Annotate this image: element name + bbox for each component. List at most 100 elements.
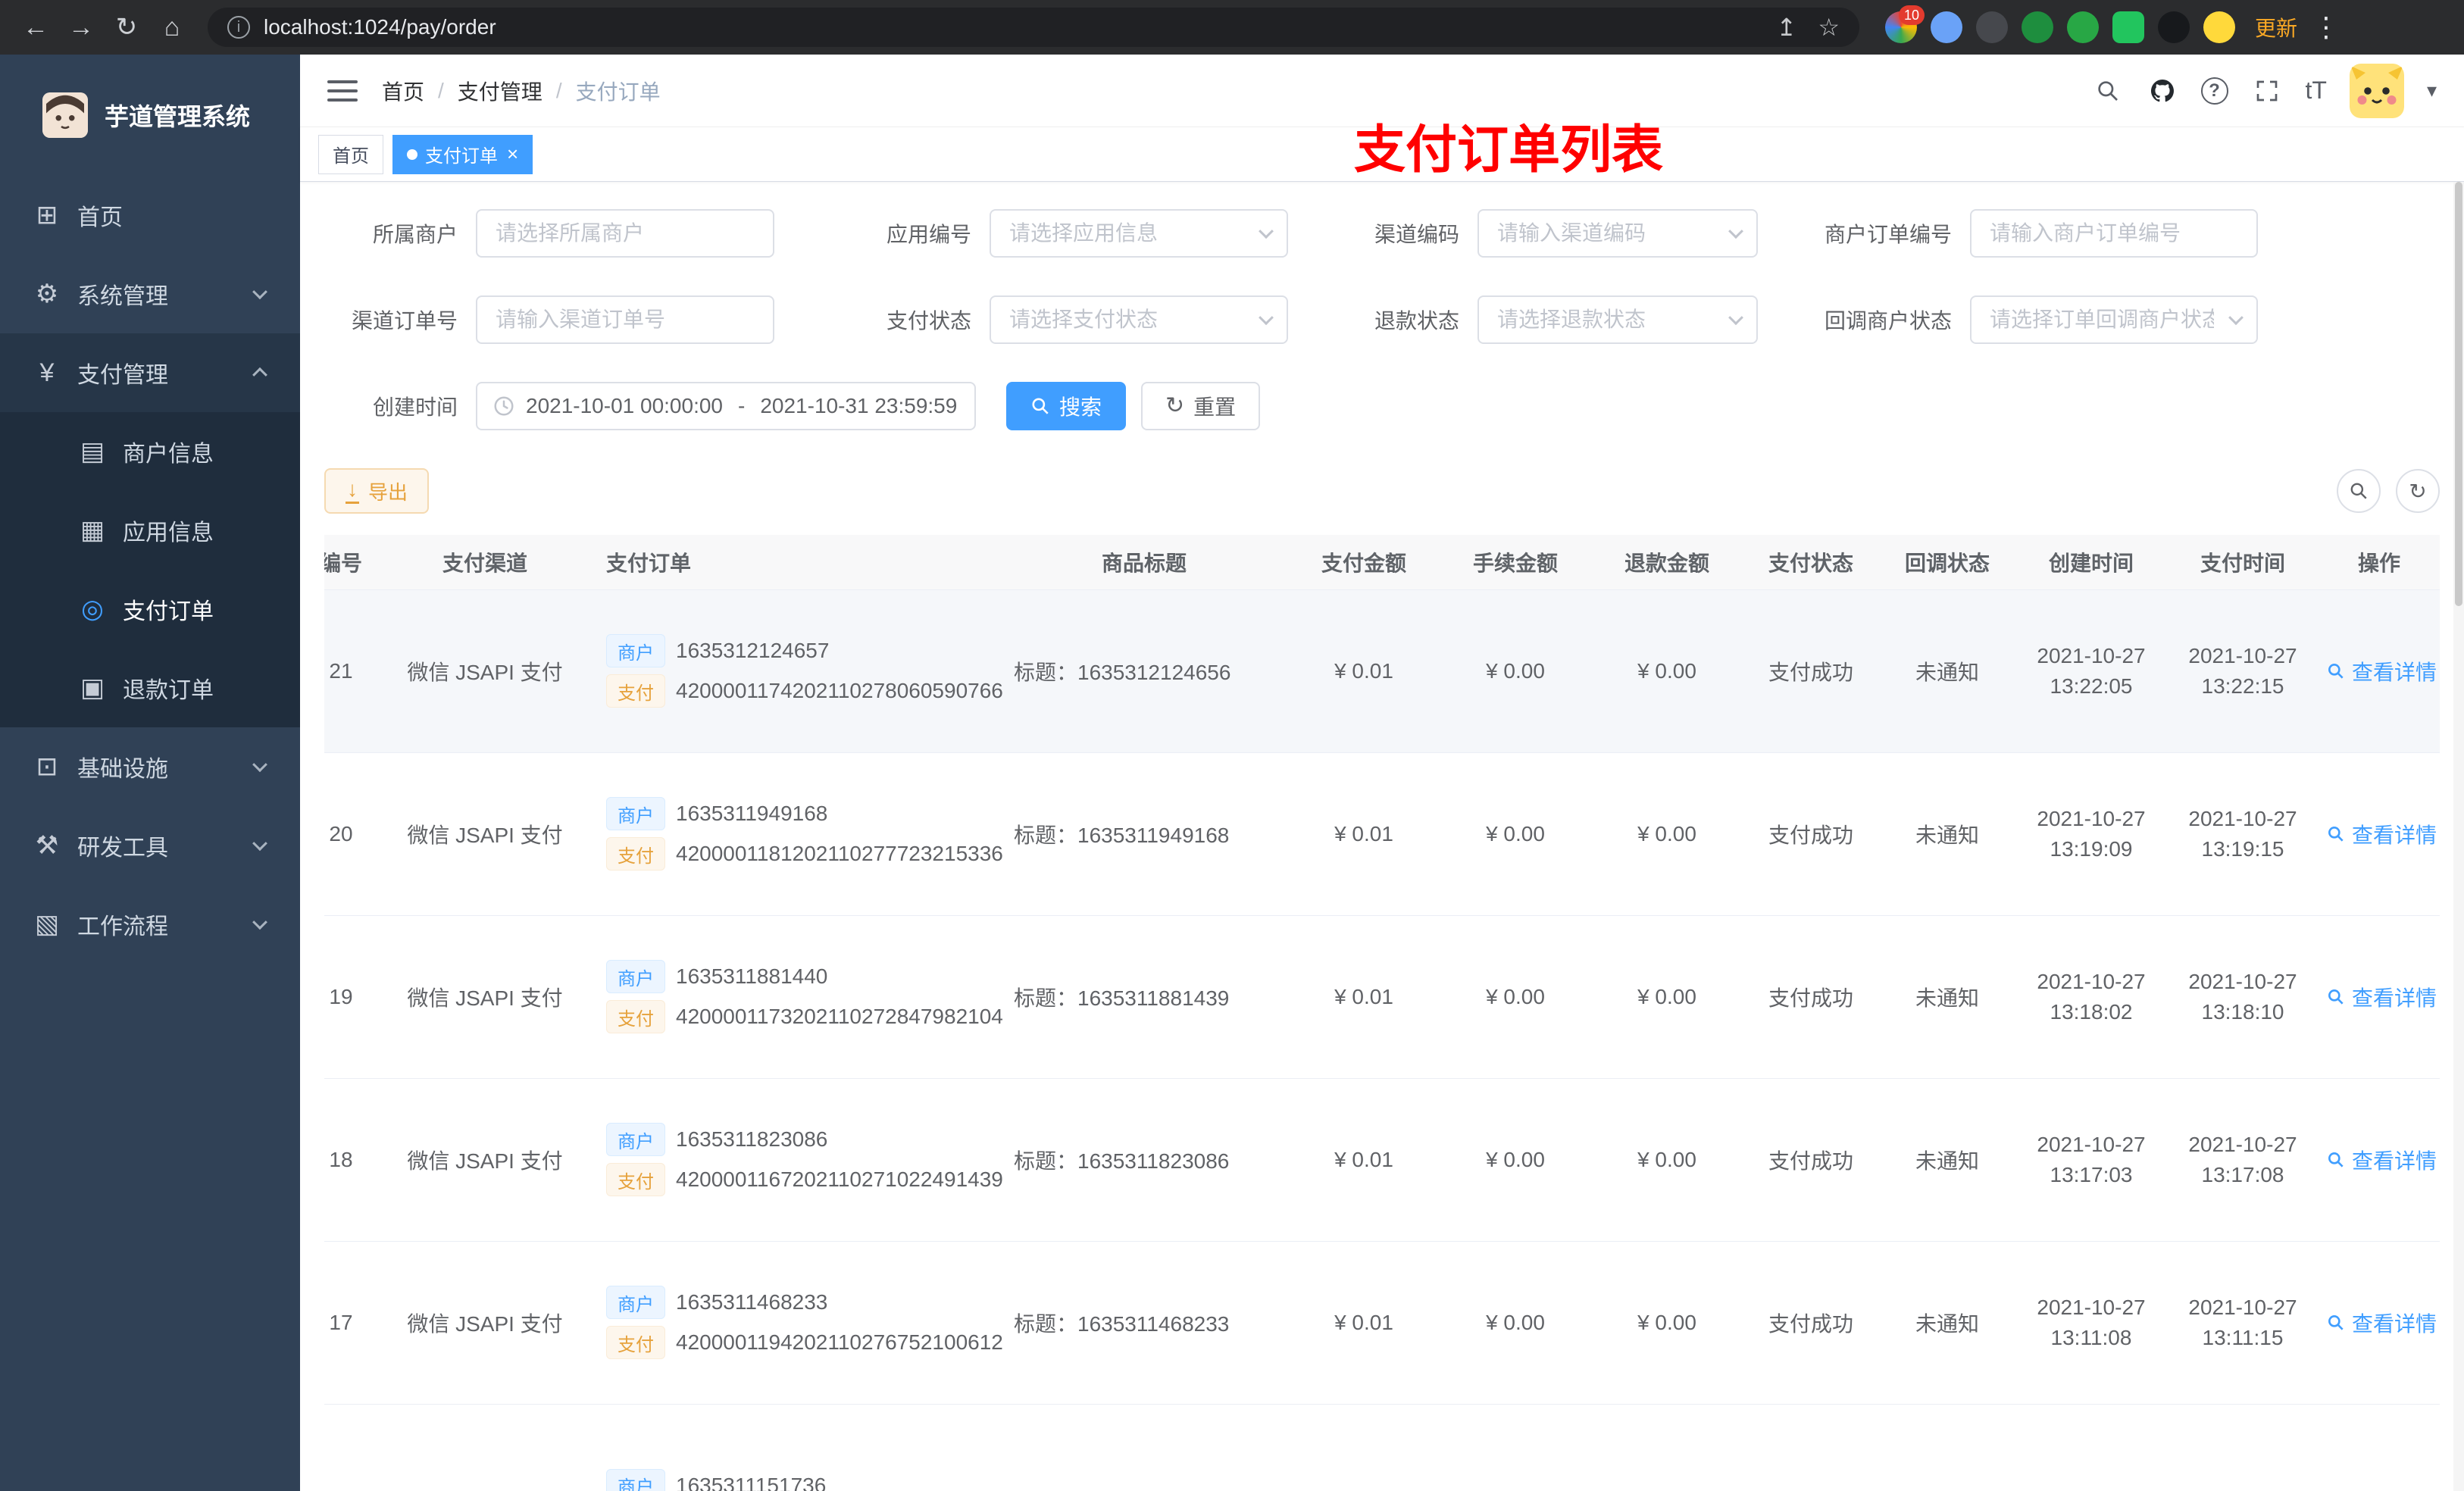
extension-icon[interactable] bbox=[1976, 11, 2008, 43]
browser-forward-icon[interactable]: → bbox=[61, 7, 102, 48]
order-number: 4200001194202110276752100612 bbox=[676, 1330, 1003, 1354]
url-text[interactable]: localhost:1024/pay/order bbox=[264, 15, 1756, 39]
app-select[interactable] bbox=[990, 209, 1288, 258]
search-icon[interactable] bbox=[2092, 75, 2124, 107]
sidebar-item-home[interactable]: ⊞ 首页 bbox=[0, 176, 300, 255]
pay-status-select[interactable] bbox=[990, 295, 1288, 344]
table-row: 18 微信 JSAPI 支付 商户 1635311823086 支付 4200001167… bbox=[324, 1078, 2440, 1242]
cell-id: 21 bbox=[324, 589, 394, 753]
sidebar-item-infrastructure[interactable]: ⊡ 基础设施 bbox=[0, 727, 300, 806]
share-icon[interactable]: ↥ bbox=[1777, 13, 1797, 42]
cell-pay_status: 支付成功 bbox=[1743, 589, 1879, 753]
view-detail-link[interactable]: 查看详情 bbox=[2326, 1145, 2437, 1175]
profile-avatar-icon[interactable] bbox=[2203, 11, 2235, 43]
cell-fee: ¥ 0.00 bbox=[1440, 1078, 1591, 1242]
view-detail-link[interactable]: 查看详情 bbox=[2326, 656, 2437, 686]
cell-create_time: 2021-10-27 13:19:09 bbox=[2015, 752, 2167, 916]
tab-pay-order[interactable]: 支付订单 × bbox=[392, 134, 533, 174]
order-tag: 商户 bbox=[606, 797, 665, 830]
chevron-down-icon bbox=[252, 836, 267, 852]
order-tag: 支付 bbox=[606, 1000, 665, 1033]
sidebar-item-workflow[interactable]: ▧ 工作流程 bbox=[0, 885, 300, 964]
sidebar-item-system[interactable]: ⚙ 系统管理 bbox=[0, 255, 300, 333]
notify-status-select[interactable] bbox=[1970, 295, 2258, 344]
sidebar-item-label: 基础设施 bbox=[77, 757, 168, 782]
sidebar-item-app-info[interactable]: ▦ 应用信息 bbox=[0, 491, 300, 570]
cell-amount: ¥ 0.01 bbox=[1288, 1078, 1440, 1242]
extension-icon[interactable] bbox=[2022, 11, 2053, 43]
vertical-scrollbar[interactable] bbox=[2453, 182, 2464, 1491]
sidebar-item-devtools[interactable]: ⚒ 研发工具 bbox=[0, 806, 300, 885]
fullscreen-icon[interactable] bbox=[2251, 75, 2283, 107]
browser-back-icon[interactable]: ← bbox=[15, 7, 56, 48]
channel-code-select[interactable] bbox=[1477, 209, 1758, 258]
tab-home[interactable]: 首页 bbox=[318, 134, 383, 174]
column-header-id: 编号 bbox=[324, 535, 394, 590]
hamburger-icon[interactable] bbox=[327, 80, 358, 102]
chevron-down-icon bbox=[252, 914, 267, 930]
sidebar-item-pay-order[interactable]: ◎ 支付订单 bbox=[0, 570, 300, 649]
extension-icon[interactable] bbox=[2158, 11, 2190, 43]
user-avatar[interactable] bbox=[2349, 63, 2404, 118]
breadcrumb-current: 支付订单 bbox=[575, 80, 661, 104]
toggle-search-button[interactable] bbox=[2337, 469, 2381, 513]
breadcrumb-pay-manage[interactable]: 支付管理 bbox=[458, 76, 543, 106]
extension-icon[interactable] bbox=[1931, 11, 1962, 43]
table-body: 21 微信 JSAPI 支付 商户 1635312124657 支付 4200001174… bbox=[324, 589, 2440, 1491]
reset-button[interactable]: ↻ 重置 bbox=[1141, 382, 1261, 430]
github-icon[interactable] bbox=[2147, 75, 2178, 107]
table-row: 21 微信 JSAPI 支付 商户 1635312124657 支付 4200001174… bbox=[324, 589, 2440, 753]
browser-update-button[interactable]: 更新 bbox=[2255, 12, 2297, 42]
cell-title bbox=[1000, 1404, 1288, 1491]
merchant-order-no-input[interactable] bbox=[1970, 209, 2258, 258]
sidebar: 芋道管理系统 ⊞ 首页 ⚙ 系统管理 ¥ 支付管理 ▤ 商户信息 ▦ 应用信息 … bbox=[0, 55, 300, 1491]
view-detail-link[interactable]: 查看详情 bbox=[2326, 982, 2437, 1012]
extension-icon[interactable] bbox=[1885, 5, 1925, 43]
cell-fee: ¥ 0.00 bbox=[1440, 589, 1591, 753]
site-info-icon[interactable]: i bbox=[227, 16, 250, 39]
chevron-down-icon[interactable]: ▾ bbox=[2427, 79, 2437, 102]
refresh-list-button[interactable]: ↻ bbox=[2396, 469, 2440, 513]
order-number: 1635311151736 bbox=[676, 1473, 827, 1491]
search-icon bbox=[2350, 483, 2367, 499]
extension-icon[interactable] bbox=[2067, 11, 2099, 43]
cell-id: 18 bbox=[324, 1078, 394, 1242]
browser-menu-icon[interactable]: ⋮ bbox=[2312, 11, 2340, 43]
order-tag: 商户 bbox=[606, 1286, 665, 1319]
date-range-input[interactable]: 2021-10-01 00:00:00 - 2021-10-31 23:59:5… bbox=[476, 382, 976, 430]
scrollbar-thumb[interactable] bbox=[2455, 182, 2462, 606]
refund-status-select[interactable] bbox=[1477, 295, 1758, 344]
sidebar-item-payment[interactable]: ¥ 支付管理 bbox=[0, 333, 300, 412]
help-icon[interactable]: ? bbox=[2200, 77, 2228, 105]
merchant-input[interactable] bbox=[476, 209, 774, 258]
sidebar-item-label: 应用信息 bbox=[123, 520, 214, 545]
export-button[interactable]: ↓ 导出 bbox=[324, 468, 430, 514]
sidebar-item-refund-order[interactable]: ▣ 退款订单 bbox=[0, 649, 300, 727]
cell-fee: ¥ 0.00 bbox=[1440, 752, 1591, 916]
view-detail-link[interactable]: 查看详情 bbox=[2326, 819, 2437, 849]
address-bar[interactable]: i localhost:1024/pay/order ↥ ☆ bbox=[208, 8, 1859, 47]
cell-pay_status: 支付成功 bbox=[1743, 915, 1879, 1079]
extension-icon[interactable] bbox=[2112, 11, 2144, 43]
search-button[interactable]: 搜索 bbox=[1006, 382, 1127, 430]
cell-id: 20 bbox=[324, 752, 394, 916]
cell-amount: ¥ 0.01 bbox=[1288, 1241, 1440, 1405]
cell-pay_status: 支付成功 bbox=[1743, 1241, 1879, 1405]
cell-title: 标题：1635312124656 bbox=[1000, 589, 1288, 753]
tab-close-icon[interactable]: × bbox=[507, 142, 518, 166]
order-number: 4200001167202110271022491439 bbox=[676, 1167, 1003, 1191]
breadcrumb-home[interactable]: 首页 bbox=[382, 76, 424, 106]
channel-order-no-input[interactable] bbox=[476, 295, 774, 344]
cell-notify_status bbox=[1879, 1404, 2015, 1491]
order-number: 1635311823086 bbox=[676, 1127, 828, 1151]
browser-home-icon[interactable]: ⌂ bbox=[152, 7, 192, 48]
view-detail-link[interactable]: 查看详情 bbox=[2326, 1308, 2437, 1338]
active-tab-dot bbox=[407, 148, 417, 160]
sidebar-item-merchant-info[interactable]: ▤ 商户信息 bbox=[0, 412, 300, 491]
cell-pay_order: 商户 1635311468233 支付 42000011942021102767521… bbox=[576, 1241, 1003, 1405]
order-number: 1635311468233 bbox=[676, 1290, 828, 1314]
bookmark-star-icon[interactable]: ☆ bbox=[1818, 13, 1840, 42]
breadcrumb: 首页 / 支付管理 / 支付订单 bbox=[382, 76, 661, 106]
font-size-icon[interactable]: tT bbox=[2306, 77, 2327, 105]
browser-reload-icon[interactable]: ↻ bbox=[106, 7, 147, 48]
